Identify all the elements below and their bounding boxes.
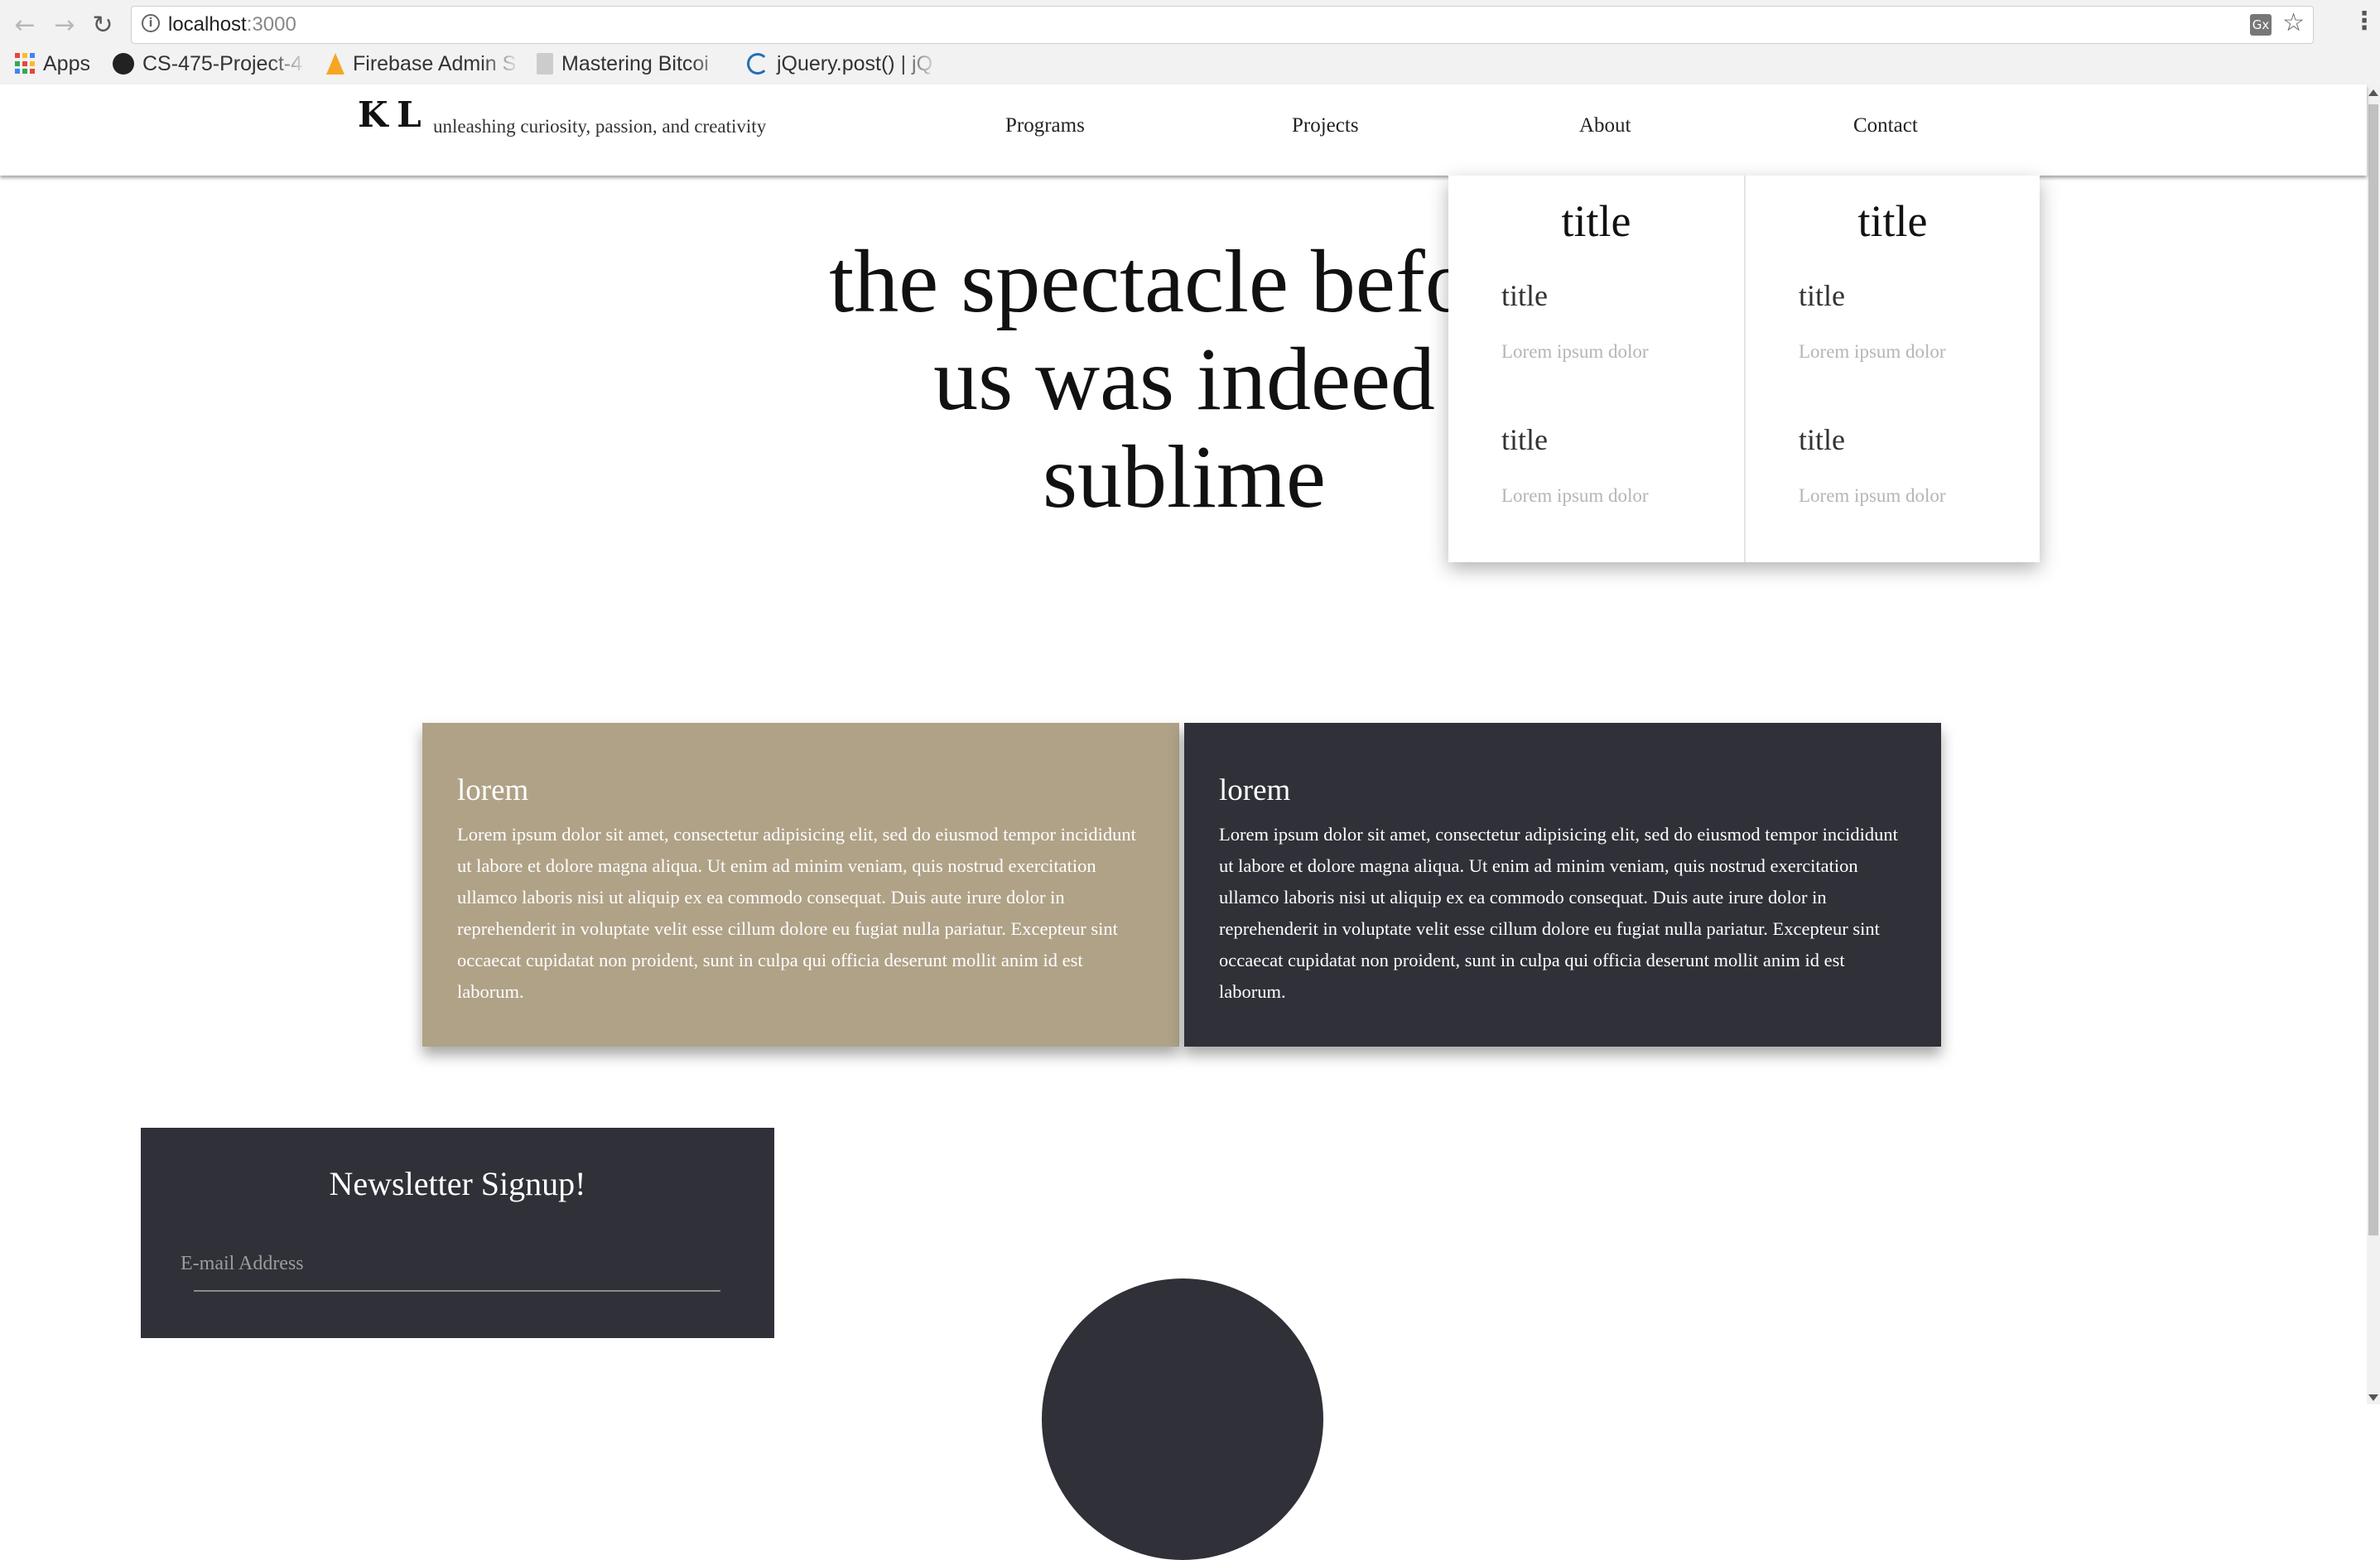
github-icon — [113, 53, 134, 75]
about-dropdown-menu: title title Lorem ipsum dolor title Lore… — [1448, 176, 2040, 562]
nav-contact[interactable]: Contact — [1853, 114, 1918, 137]
url-text[interactable]: localhost:3000 — [168, 13, 296, 36]
nav-programs[interactable]: Programs — [1005, 114, 1085, 137]
dropdown-item-title[interactable]: title — [1501, 422, 1548, 457]
bookmark-firebase[interactable]: Firebase Admin S — [326, 50, 520, 78]
dropdown-column: title title Lorem ipsum dolor title Lore… — [1448, 176, 1744, 562]
scroll-up-arrow-icon[interactable] — [2368, 89, 2378, 96]
newsletter-title: Newsletter Signup! — [329, 1165, 586, 1202]
page-scrollbar[interactable] — [2367, 84, 2380, 1404]
bookmark-github[interactable]: CS-475-Project-4 — [113, 50, 308, 78]
email-input[interactable] — [181, 1242, 697, 1285]
dropdown-item-title[interactable]: title — [1501, 278, 1548, 313]
bookmark-label: CS-475-Project-4 — [142, 51, 303, 75]
card-body: Lorem ipsum dolor sit amet, consectetur … — [457, 824, 1136, 1002]
bookmark-label: Firebase Admin S — [353, 51, 517, 75]
site-header: K L unleashing curiosity, passion, and c… — [0, 84, 2367, 176]
browser-chrome: ← → ↻ i localhost:3000 Gx ☆ ⋮ Apps CS-47… — [0, 0, 2380, 85]
firebase-icon — [326, 53, 344, 75]
back-arrow-icon[interactable]: ← — [8, 8, 41, 41]
card-body: Lorem ipsum dolor sit amet, consectetur … — [1219, 824, 1898, 1002]
bookmark-apps[interactable]: Apps — [15, 50, 90, 78]
decorative-circle — [1042, 1278, 1323, 1560]
bookmark-label: jQuery.post() | jQ — [777, 51, 933, 75]
bookmark-mastering-bitcoin[interactable]: Mastering Bitcoi — [537, 50, 729, 78]
page-icon — [537, 53, 553, 75]
card-title: lorem — [457, 773, 529, 807]
hero-line: us was indeed — [933, 330, 1435, 429]
nav-about[interactable]: About — [1579, 114, 1631, 137]
bookmark-label: Apps — [43, 51, 90, 75]
bookmarks-bar: Apps CS-475-Project-4 Firebase Admin S M… — [0, 46, 2380, 81]
dropdown-item-desc: Lorem ipsum dolor — [1501, 341, 1649, 362]
translate-icon[interactable]: Gx — [2250, 14, 2272, 36]
dropdown-column-heading: title — [1561, 196, 1631, 246]
bookmark-label: Mastering Bitcoi — [561, 51, 709, 75]
url-port: :3000 — [246, 13, 296, 36]
site-logo[interactable]: K L — [358, 94, 422, 135]
info-card-dark: lorem Lorem ipsum dolor sit amet, consec… — [1184, 723, 1941, 1047]
dropdown-item-title[interactable]: title — [1799, 278, 1845, 313]
nav-projects[interactable]: Projects — [1292, 114, 1359, 137]
info-card-tan: lorem Lorem ipsum dolor sit amet, consec… — [422, 723, 1179, 1047]
scroll-down-arrow-icon[interactable] — [2368, 1394, 2378, 1401]
apps-grid-icon — [15, 53, 35, 75]
dropdown-column-heading: title — [1857, 196, 1928, 246]
dropdown-item-desc: Lorem ipsum dolor — [1799, 341, 1946, 362]
forward-arrow-icon[interactable]: → — [48, 8, 81, 41]
dropdown-item-desc: Lorem ipsum dolor — [1799, 485, 1946, 506]
bookmark-star-icon[interactable]: ☆ — [2282, 8, 2305, 37]
newsletter-signup: Newsletter Signup! — [141, 1128, 774, 1338]
bookmark-jquery[interactable]: jQuery.post() | jQ — [747, 50, 939, 78]
hero-line: sublime — [1043, 428, 1326, 527]
dropdown-item-desc: Lorem ipsum dolor — [1501, 485, 1649, 506]
email-input-underline — [194, 1290, 720, 1292]
dropdown-column: title title Lorem ipsum dolor title Lore… — [1744, 176, 2040, 562]
card-title: lorem — [1219, 773, 1291, 807]
scrollbar-thumb[interactable] — [2368, 104, 2378, 1235]
dropdown-item-title[interactable]: title — [1799, 422, 1845, 457]
info-icon[interactable]: i — [142, 14, 160, 32]
hero-line: the spectacle before — [829, 233, 1539, 331]
address-bar[interactable]: i localhost:3000 Gx ☆ — [131, 6, 2314, 44]
jquery-icon — [747, 53, 768, 75]
url-host: localhost — [168, 13, 247, 36]
browser-menu-icon[interactable]: ⋮ — [2352, 7, 2377, 36]
site-tagline: unleashing curiosity, passion, and creat… — [433, 116, 767, 137]
reload-icon[interactable]: ↻ — [86, 8, 119, 41]
